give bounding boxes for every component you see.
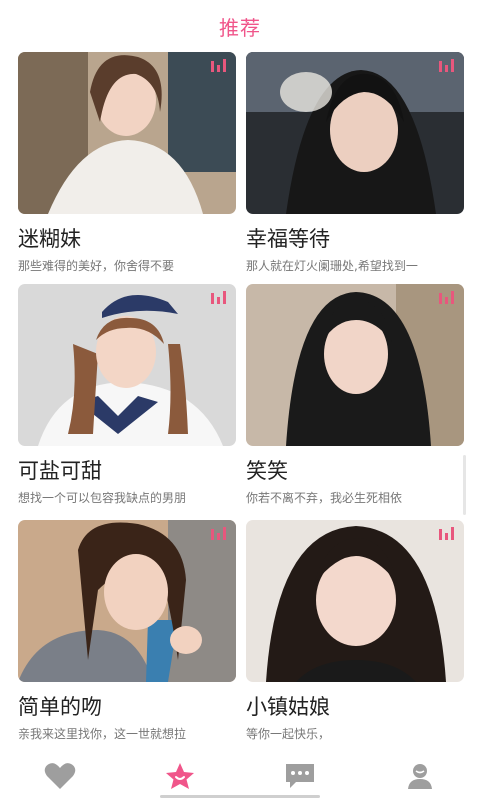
star-icon bbox=[166, 763, 194, 789]
profile-description: 亲我来这里找你，这一世就想拉 bbox=[18, 727, 187, 741]
profile-card[interactable]: 小镇姑娘 等你一起快乐， bbox=[246, 520, 464, 742]
profile-card[interactable]: 可盐可甜 想找一个可以包容我缺点的男朋 bbox=[18, 284, 236, 506]
tab-recommend[interactable] bbox=[150, 756, 210, 796]
signal-badge-icon bbox=[211, 59, 226, 72]
bottom-tab-bar bbox=[0, 752, 480, 800]
signal-badge-icon bbox=[439, 59, 454, 72]
profile-name: 笑笑 bbox=[246, 459, 288, 483]
profile-description: 想找一个可以包容我缺点的男朋 bbox=[18, 491, 187, 505]
page-title: 推荐 bbox=[219, 15, 261, 40]
profile-icon bbox=[408, 764, 432, 789]
signal-badge-icon bbox=[211, 291, 226, 304]
header: 推荐 bbox=[0, 0, 480, 52]
profile-description: 等你一起快乐， bbox=[246, 727, 331, 741]
profile-description: 那些难得的美好，你舍得不要 bbox=[18, 259, 175, 273]
profile-description: 你若不离不弃，我必生死相依 bbox=[246, 491, 403, 505]
profile-photo[interactable] bbox=[18, 52, 236, 214]
heart-icon bbox=[44, 763, 76, 789]
signal-badge-icon bbox=[439, 527, 454, 540]
signal-badge-icon bbox=[439, 291, 454, 304]
profile-name: 幸福等待 bbox=[246, 227, 330, 251]
scrollbar[interactable] bbox=[463, 455, 466, 515]
profile-photo[interactable] bbox=[246, 520, 464, 682]
profile-grid: 迷糊妹 那些难得的美好，你舍得不要 幸福等待 那人就在灯火阑珊处,希望找到一 可… bbox=[0, 52, 480, 752]
profile-card[interactable]: 简单的吻 亲我来这里找你，这一世就想拉 bbox=[18, 520, 236, 742]
profile-card[interactable]: 幸福等待 那人就在灯火阑珊处,希望找到一 bbox=[246, 52, 464, 274]
signal-badge-icon bbox=[211, 527, 226, 540]
profile-photo[interactable] bbox=[18, 284, 236, 446]
tab-messages[interactable] bbox=[270, 756, 330, 796]
tab-likes[interactable] bbox=[30, 756, 90, 796]
profile-name: 小镇姑娘 bbox=[246, 695, 330, 719]
profile-photo[interactable] bbox=[246, 284, 464, 446]
profile-description: 那人就在灯火阑珊处,希望找到一 bbox=[246, 259, 418, 273]
profile-name: 可盐可甜 bbox=[18, 459, 102, 483]
home-indicator bbox=[160, 795, 320, 798]
profile-photo[interactable] bbox=[18, 520, 236, 682]
profile-card[interactable]: 笑笑 你若不离不弃，我必生死相依 bbox=[246, 284, 464, 506]
profile-photo[interactable] bbox=[246, 52, 464, 214]
profile-card[interactable]: 迷糊妹 那些难得的美好，你舍得不要 bbox=[18, 52, 236, 274]
profile-name: 迷糊妹 bbox=[18, 227, 81, 251]
chat-icon bbox=[286, 764, 314, 788]
tab-profile[interactable] bbox=[390, 756, 450, 796]
profile-name: 简单的吻 bbox=[18, 695, 102, 719]
